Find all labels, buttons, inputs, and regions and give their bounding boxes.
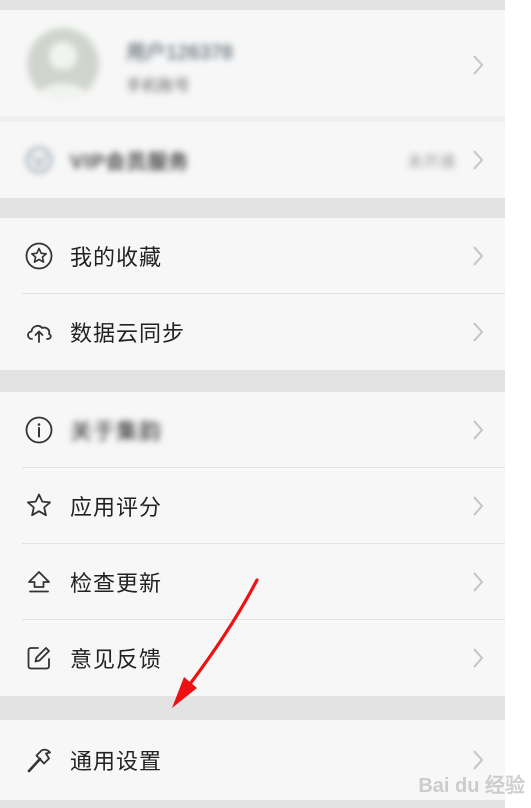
chevron-right-icon bbox=[473, 648, 484, 668]
edit-icon bbox=[27, 647, 50, 670]
section-separator bbox=[0, 370, 505, 392]
vip-icon bbox=[26, 147, 52, 173]
chevron-right-icon bbox=[473, 55, 484, 75]
section-separator bbox=[0, 198, 505, 218]
menu-label: 检查更新 bbox=[70, 571, 163, 596]
menu-label: 意见反馈 bbox=[70, 647, 163, 672]
chevron-right-icon bbox=[473, 150, 484, 170]
vip-label: VIP会员服务 bbox=[70, 151, 190, 174]
menu-item-about[interactable]: 关于集韵 bbox=[0, 392, 505, 468]
menu-label: 应用评分 bbox=[70, 495, 163, 520]
menu-label: 通用设置 bbox=[70, 749, 163, 774]
avatar bbox=[27, 28, 99, 100]
menu-item-feedback[interactable]: 意见反馈 bbox=[0, 620, 505, 696]
menu-item-favorites[interactable]: 我的收藏 bbox=[0, 218, 505, 294]
menu-label: 我的收藏 bbox=[70, 245, 163, 270]
username: 用户126378 bbox=[126, 42, 233, 64]
section-separator bbox=[0, 696, 505, 720]
settings-page: 用户126378 手机账号 VIP会员服务 未开通 我的收藏 数据云同步 关于集… bbox=[0, 0, 505, 808]
menu-item-rate-app[interactable]: 应用评分 bbox=[0, 468, 505, 544]
chevron-right-icon bbox=[473, 572, 484, 592]
vip-service-row[interactable]: VIP会员服务 未开通 bbox=[0, 122, 505, 198]
star-icon bbox=[27, 493, 51, 517]
chevron-right-icon bbox=[473, 750, 484, 770]
chevron-right-icon bbox=[473, 246, 484, 266]
star-circle-icon bbox=[25, 242, 53, 270]
section-separator bbox=[0, 800, 505, 808]
vip-status: 未开通 bbox=[406, 154, 455, 171]
upload-arrow-icon bbox=[28, 571, 50, 593]
menu-item-check-update[interactable]: 检查更新 bbox=[0, 544, 505, 620]
account-type: 手机账号 bbox=[126, 78, 191, 95]
hammer-icon bbox=[27, 748, 51, 773]
info-icon bbox=[25, 416, 53, 444]
menu-label: 关于集韵 bbox=[70, 419, 163, 444]
profile-card[interactable]: 用户126378 手机账号 bbox=[0, 10, 505, 116]
chevron-right-icon bbox=[473, 496, 484, 516]
chevron-right-icon bbox=[473, 322, 484, 342]
right-margin bbox=[505, 0, 531, 808]
baidu-watermark: Bai du 经验 bbox=[418, 775, 525, 797]
menu-label: 数据云同步 bbox=[70, 321, 186, 346]
menu-item-cloud-sync[interactable]: 数据云同步 bbox=[0, 294, 505, 370]
chevron-right-icon bbox=[473, 420, 484, 440]
cloud-sync-icon bbox=[27, 325, 52, 343]
section-separator bbox=[0, 0, 505, 10]
